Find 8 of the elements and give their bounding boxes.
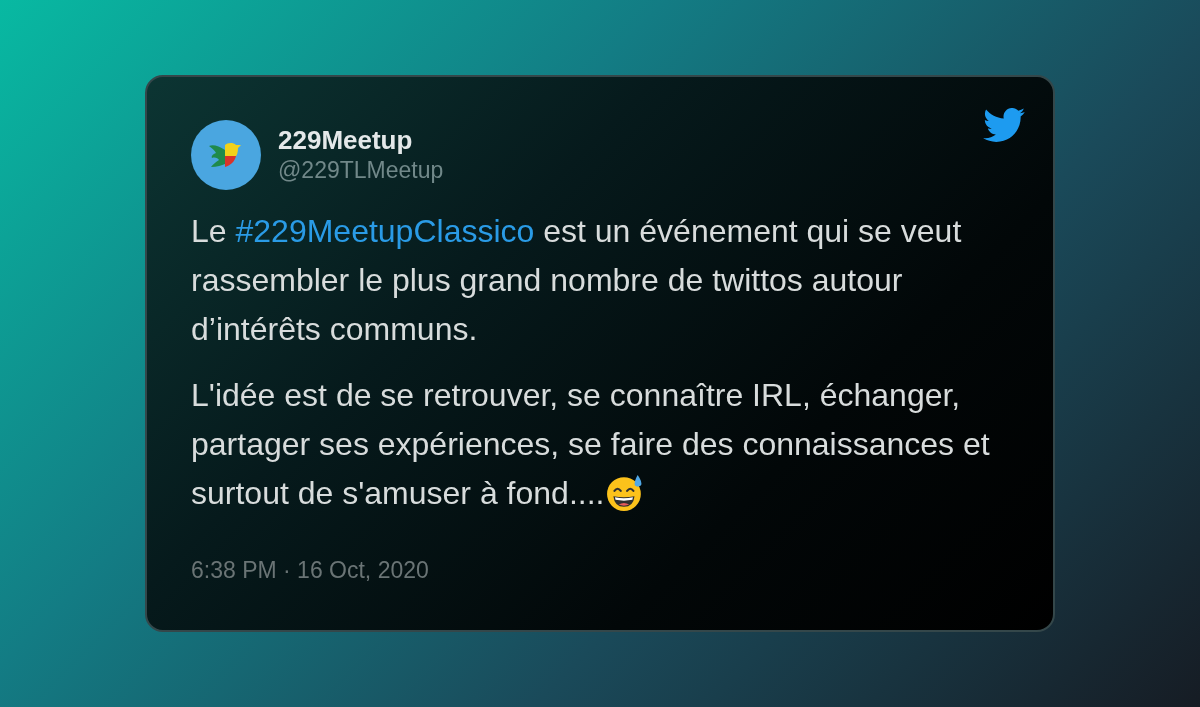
tweet-paragraph: Le #229MeetupClassico est un événement qui se veut rassembler le plus grand nombre de twittos autour d’intérêts communs. (191, 212, 963, 349)
hashtag-link[interactable]: #229MeetupClassico (235, 213, 535, 249)
tweet-timestamp: 6:38 PM · 16 Oct, 2020 (191, 556, 429, 584)
author-handle: @229TLMeetup (278, 156, 444, 185)
bird-icon (982, 108, 1025, 143)
tweet-paragraph: L'idée est de se retrouver, se connaître IRL, échanger, partager ses expériences, se faire des connaissances et surtout de s'amuser à fond.... (191, 376, 991, 514)
bird-avatar-icon (191, 120, 261, 190)
author-name: 229Meetup (278, 125, 414, 156)
